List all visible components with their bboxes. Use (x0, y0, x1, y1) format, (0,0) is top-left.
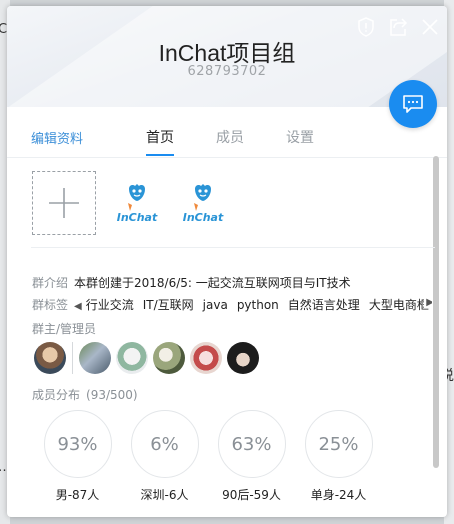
avatar[interactable] (79, 342, 111, 374)
distribution-title: 成员分布 (32, 388, 81, 402)
share-icon[interactable] (387, 16, 409, 38)
group-name: InChat项目组 (158, 40, 296, 66)
admins-label-text: 群主/管理员 (32, 322, 97, 336)
report-shield-icon[interactable] (355, 16, 377, 38)
avatar[interactable] (34, 342, 66, 374)
chat-bubble-icon (403, 95, 423, 113)
owner-separator (72, 342, 73, 374)
member-count: (93/500) (86, 388, 138, 402)
scrollbar[interactable] (433, 156, 439, 468)
stat-ring: 25% (304, 410, 373, 478)
send-message-button[interactable] (389, 80, 437, 128)
tags-scroll-left-icon[interactable]: ◀ (74, 301, 82, 312)
profile-header: InChat项目组 628793702 (7, 6, 447, 107)
inchat-app[interactable]: InChat (178, 173, 228, 233)
stat-age[interactable]: 63% 90后-59人 (208, 410, 295, 503)
tag-item[interactable]: IT/互联网 (143, 298, 194, 312)
inchat-logo-icon (128, 183, 145, 211)
avatar[interactable] (227, 342, 259, 374)
profile-tabs: 编辑资料 首页 成员 设置 (7, 124, 447, 158)
active-tab-indicator (146, 154, 174, 156)
tag-item[interactable]: 大型电商框 (369, 298, 429, 312)
stat-caption: 90后-59人 (222, 488, 281, 502)
close-icon[interactable] (419, 16, 441, 38)
tab-settings[interactable]: 设置 (286, 127, 314, 147)
tab-home[interactable]: 首页 (146, 127, 174, 156)
member-stats: 93% 男-87人 6% 深圳-6人 63% 90后-59人 25% 单身-24… (34, 410, 382, 503)
window-controls (355, 16, 441, 38)
avatar[interactable] (190, 342, 222, 374)
group-profile-card: InChat项目组 628793702 编辑资料 首页 成员 设置 InChat… (7, 6, 447, 517)
tag-item[interactable]: java (203, 298, 228, 312)
inchat-app[interactable]: InChat (112, 173, 162, 233)
app-label: InChat (182, 210, 224, 224)
member-distribution-label: 成员分布 (93/500) (32, 386, 138, 403)
tags-label: 群标签 (32, 298, 69, 312)
stat-ring: 63% (217, 410, 286, 478)
app-label: InChat (116, 210, 158, 224)
tag-item[interactable]: 自然语言处理 (288, 298, 360, 312)
admin-avatars (34, 342, 264, 374)
plus-icon (49, 188, 79, 218)
stat-ring: 93% (43, 410, 112, 478)
stat-caption: 深圳-6人 (140, 488, 189, 502)
tab-home-label: 首页 (146, 130, 174, 146)
group-id: 628793702 (187, 64, 267, 79)
stat-location[interactable]: 6% 深圳-6人 (121, 410, 208, 503)
edit-profile-link[interactable]: 编辑资料 (31, 128, 83, 147)
intro-label: 群介绍 (32, 276, 69, 290)
tag-item[interactable]: python (237, 298, 279, 312)
tab-members[interactable]: 成员 (216, 127, 244, 147)
group-tags: 群标签 ◀ 行业交流 IT/互联网 java python 自然语言处理 大型电商框 ▶ (32, 296, 432, 313)
avatar[interactable] (153, 342, 185, 374)
add-app-button[interactable] (32, 171, 96, 235)
stat-caption: 男-87人 (55, 488, 100, 502)
stat-caption: 单身-24人 (310, 488, 367, 502)
avatar[interactable] (116, 342, 148, 374)
admins-label: 群主/管理员 (32, 320, 102, 337)
group-apps: InChat InChat (32, 170, 228, 236)
section-divider (31, 247, 435, 248)
stat-ring: 6% (130, 410, 199, 478)
stat-gender[interactable]: 93% 男-87人 (34, 410, 121, 503)
tag-item[interactable]: 行业交流 (86, 298, 134, 312)
stat-relationship[interactable]: 25% 单身-24人 (295, 410, 382, 503)
inchat-logo-icon (194, 183, 211, 211)
group-intro: 群介绍 本群创建于2018/6/5: 一起交流互联网项目与IT技术 (32, 274, 351, 291)
tags-scroll-right-icon[interactable]: ▶ (424, 297, 432, 308)
intro-text: 本群创建于2018/6/5: 一起交流互联网项目与IT技术 (74, 276, 351, 290)
